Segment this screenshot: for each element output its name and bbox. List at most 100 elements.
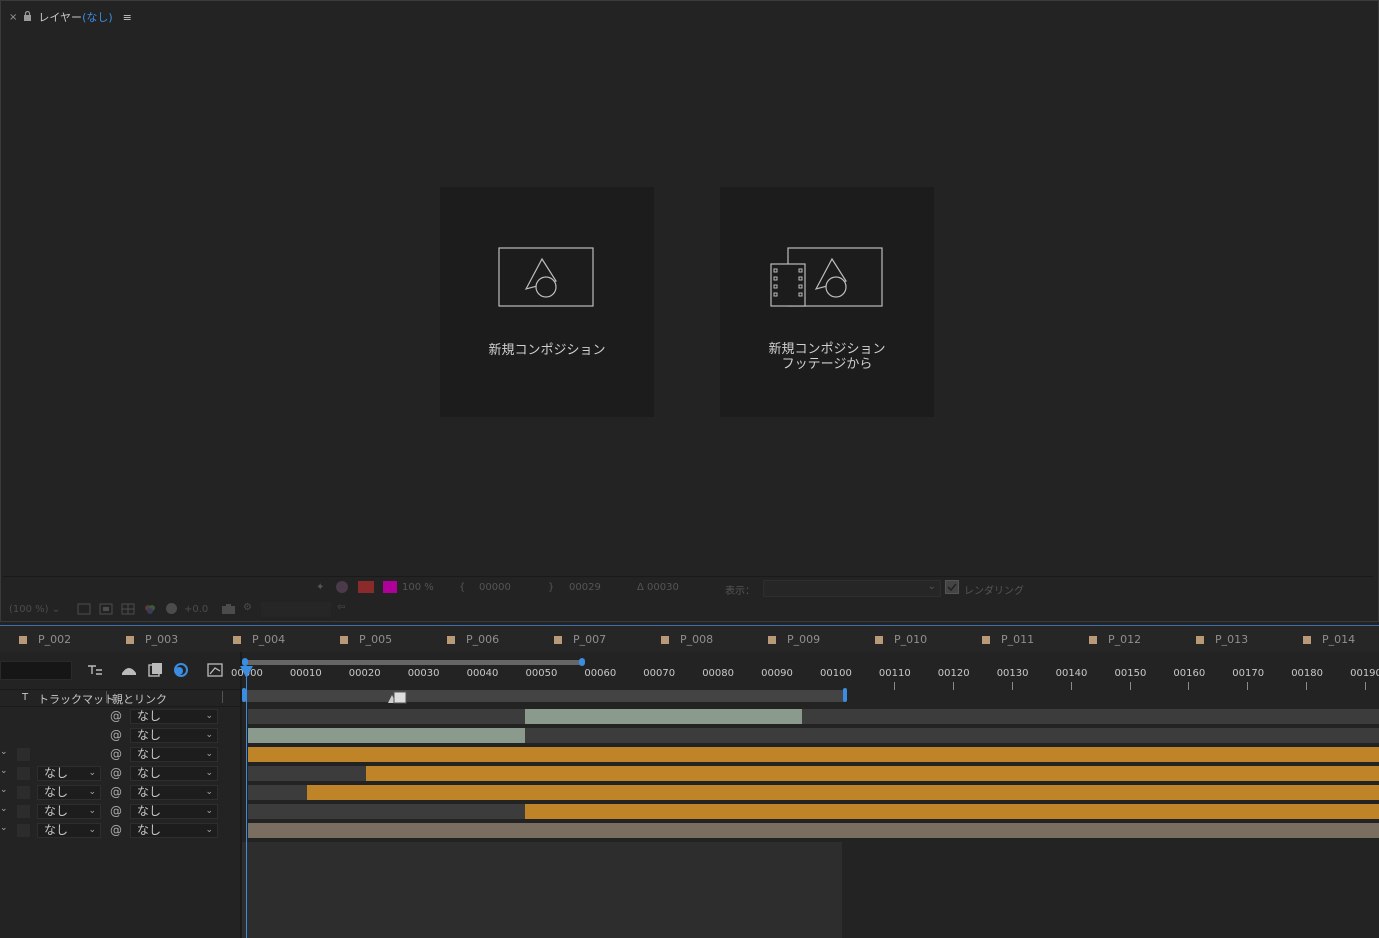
snapshot-icon[interactable] [221,603,236,618]
motion-blur-icon[interactable] [172,661,190,679]
track-matte-select[interactable]: なし ⌄ [37,766,101,781]
track-matte-swatch[interactable] [17,805,30,818]
marker-item[interactable]: P_010 [875,633,927,646]
comp-marker-icon[interactable] [388,689,408,708]
layer-row[interactable]: ⌄ なし ⌄ @ なし ⌄ [0,802,240,821]
layer-track[interactable] [242,726,1379,745]
lock-icon[interactable] [23,10,32,24]
pickwhip-icon[interactable]: @ [110,766,122,780]
in-point-icon[interactable]: { [459,582,465,593]
parent-select[interactable]: なし ⌄ [130,785,218,800]
parent-select[interactable]: なし ⌄ [130,766,218,781]
layer-duration-bar[interactable] [306,785,1379,800]
new-composition-from-footage-card[interactable]: 新規コンポジション フッテージから [720,187,934,417]
layer-duration-bar[interactable] [524,709,802,724]
mask-icon[interactable] [335,580,349,597]
color-swatch-magenta[interactable] [383,581,397,596]
chevron-down-icon[interactable]: ⌄ [0,785,8,795]
pickwhip-icon[interactable]: @ [110,823,122,837]
layer-track[interactable] [242,745,1379,764]
layer-track[interactable] [242,707,1379,726]
chevron-down-icon[interactable]: ⌄ [0,823,8,833]
layer-duration-bar[interactable] [248,747,1379,762]
marker-item[interactable]: P_005 [340,633,392,646]
frame-blending-icon[interactable] [146,661,164,679]
pickwhip-icon[interactable]: @ [110,709,122,723]
zoom-select[interactable]: (100 %) ⌄ [9,604,60,615]
chevron-down-icon[interactable]: ⌄ [0,804,8,814]
marker-item[interactable]: P_012 [1089,633,1141,646]
parent-select[interactable]: なし ⌄ [130,709,218,724]
chevron-down-icon[interactable]: ⌄ [0,766,8,776]
layer-duration-bar[interactable] [365,766,1379,781]
track-matte-swatch[interactable] [17,824,30,837]
layer-duration-bar[interactable] [248,823,1379,838]
work-area-bar[interactable] [244,690,844,702]
marker-item[interactable]: P_008 [661,633,713,646]
view-select[interactable]: ⌄ [763,580,941,597]
render-checkbox[interactable] [945,580,959,597]
current-time-indicator[interactable] [240,666,253,938]
track-matte-select[interactable]: なし ⌄ [37,785,101,800]
layer-track[interactable] [242,783,1379,802]
pickwhip-icon[interactable]: @ [110,747,122,761]
layer-row[interactable]: @ なし ⌄ [0,726,240,745]
time-ruler[interactable]: 0000000010000200003000040000500006000070… [231,652,1379,704]
marker-item[interactable]: P_013 [1196,633,1248,646]
parent-select[interactable]: なし ⌄ [130,804,218,819]
track-matte-swatch[interactable] [17,748,30,761]
layer-duration-bar[interactable] [248,728,525,743]
layer-row[interactable]: @ なし ⌄ [0,707,240,726]
timeline-search-input[interactable] [0,661,72,680]
layer-row[interactable]: ⌄ なし ⌄ @ なし ⌄ [0,783,240,802]
navigator-start-handle[interactable] [242,658,248,666]
chevron-down-icon[interactable]: ⌄ [0,747,8,757]
track-matte-swatch[interactable] [17,786,30,799]
track-matte-select[interactable]: なし ⌄ [37,823,101,838]
marker-item[interactable]: P_009 [768,633,820,646]
new-composition-card[interactable]: 新規コンポジション [440,187,654,417]
marker-item[interactable]: P_014 [1303,633,1355,646]
safe-zones-icon[interactable] [99,603,113,618]
marker-item[interactable]: P_003 [126,633,178,646]
parent-select[interactable]: なし ⌄ [130,747,218,762]
marker-item[interactable]: P_004 [233,633,285,646]
marker-item[interactable]: P_011 [982,633,1034,646]
layer-track[interactable] [242,764,1379,783]
grid-icon[interactable] [121,603,135,618]
wireframe-icon[interactable]: ✦ [316,582,324,593]
exposure-reset-icon[interactable] [165,602,178,618]
layer-row[interactable]: ⌄ なし ⌄ @ なし ⌄ [0,821,240,840]
track-matte-select[interactable]: なし ⌄ [37,804,101,819]
track-matte-swatch[interactable] [17,767,30,780]
composition-flowchart-icon[interactable] [86,661,104,679]
show-snapshot-icon[interactable]: ⚙ [243,602,252,613]
pickwhip-icon[interactable]: @ [110,785,122,799]
layer-track[interactable] [242,821,1379,840]
layer-track[interactable] [242,802,1379,821]
marker-item[interactable]: P_002 [19,633,71,646]
layer-row[interactable]: ⌄ @ なし ⌄ [0,745,240,764]
column-divider[interactable] [222,691,223,703]
panel-menu-icon[interactable]: ≡ [123,11,132,24]
graph-editor-icon[interactable] [206,661,224,679]
resolution-icon[interactable] [77,603,91,618]
snapshot-field[interactable] [261,602,331,617]
column-divider[interactable] [106,691,107,703]
layer-panel-tab[interactable]: × レイヤー(なし) ≡ [9,7,132,27]
navigator-bar[interactable] [244,660,582,665]
navigator-end-handle[interactable] [579,658,585,666]
out-point-icon[interactable]: } [548,582,554,593]
parent-select[interactable]: なし ⌄ [130,823,218,838]
parent-select[interactable]: なし ⌄ [130,728,218,743]
shy-layers-icon[interactable] [120,661,138,679]
close-icon[interactable]: × [9,12,17,23]
marker-item[interactable]: P_007 [554,633,606,646]
pickwhip-icon[interactable]: @ [110,728,122,742]
transfer-icon[interactable]: ⇦ [337,602,345,613]
pickwhip-icon[interactable]: @ [110,804,122,818]
layer-row[interactable]: ⌄ なし ⌄ @ なし ⌄ [0,764,240,783]
channel-icon[interactable] [143,603,157,618]
work-area-end-handle[interactable] [843,688,847,702]
color-swatch-red[interactable] [358,581,374,596]
